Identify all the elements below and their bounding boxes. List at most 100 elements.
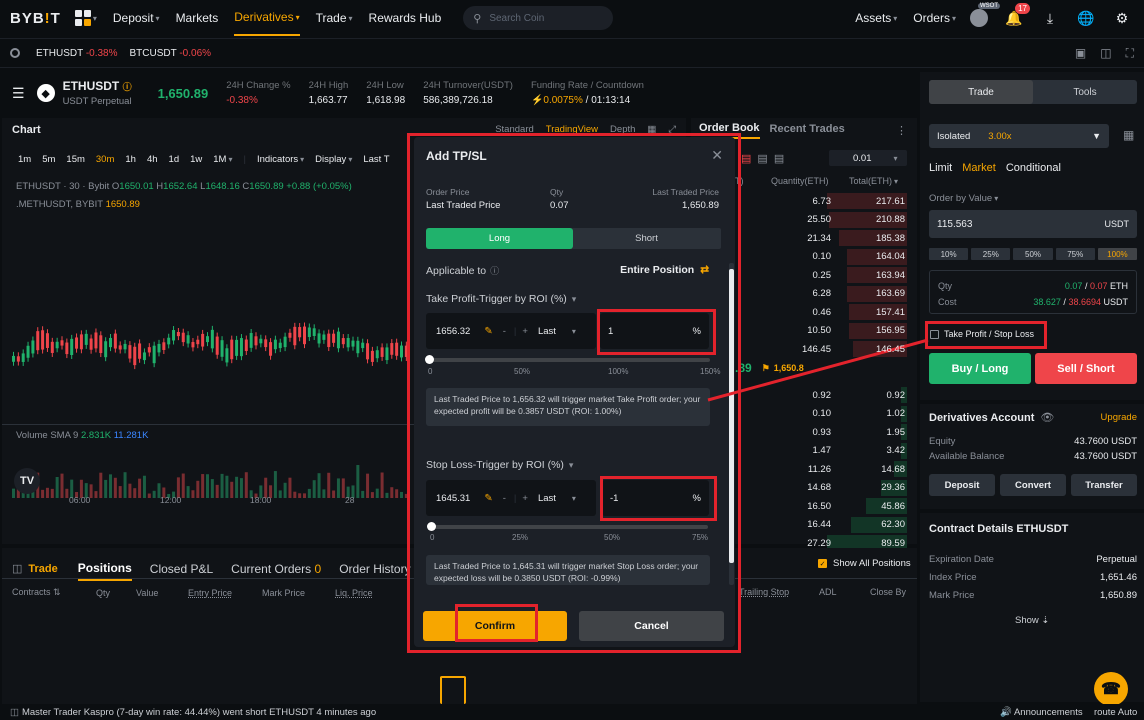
grid-icon[interactable]: ▦: [647, 124, 656, 135]
precision-select[interactable]: 0.01 ▾: [829, 150, 907, 166]
nav-trade[interactable]: Trade ▾: [316, 0, 353, 36]
deposit-button[interactable]: Deposit: [929, 474, 995, 496]
symbol-name[interactable]: ETHUSDT ⓘ: [63, 79, 132, 93]
interval-1m[interactable]: 1m: [18, 154, 31, 165]
avatar[interactable]: WSOT: [970, 3, 1000, 27]
footer-message[interactable]: Master Trader Kaspro (7-day win rate: 44…: [22, 707, 376, 718]
tab-closed-pnl[interactable]: Closed P&L: [150, 562, 213, 576]
interval-1h[interactable]: 1h: [125, 154, 136, 165]
order-value-input[interactable]: 115.563 USDT: [929, 210, 1137, 238]
tab-trade[interactable]: Trade: [929, 80, 1033, 104]
last-button[interactable]: Last T: [363, 154, 389, 165]
applicable-to-value[interactable]: Entire Position ⇄: [620, 264, 709, 276]
order-type-market[interactable]: Market: [962, 162, 996, 174]
pct-button[interactable]: 100%: [1097, 248, 1138, 260]
display-button[interactable]: Display ▾: [315, 154, 352, 165]
ticker-item[interactable]: BTCUSDT -0.06%: [130, 48, 212, 59]
buy-long-button[interactable]: Buy / Long: [929, 353, 1031, 384]
support-chat-icon[interactable]: ☎: [1094, 672, 1128, 706]
route-selector[interactable]: route Auto: [1094, 707, 1137, 718]
slider-handle[interactable]: [425, 355, 434, 364]
modal-scrollbar[interactable]: [729, 263, 734, 585]
layout-icon[interactable]: ▣: [1075, 46, 1086, 61]
tp-roi-slider[interactable]: [425, 355, 710, 364]
info-icon[interactable]: ⓘ: [490, 264, 499, 277]
book-view-bids-icon[interactable]: ▤: [757, 152, 767, 165]
interval-30m[interactable]: 30m: [96, 154, 114, 165]
sl-trigger-select[interactable]: Last: [538, 493, 556, 504]
interval-1M[interactable]: 1M ▾: [213, 154, 232, 165]
download-icon[interactable]: ⤓: [1040, 8, 1060, 28]
close-icon[interactable]: ✕: [711, 147, 723, 164]
search-input[interactable]: ⚲ Search Coin: [463, 6, 614, 30]
book-view-asks-icon[interactable]: ▤: [774, 152, 784, 165]
increment-icon[interactable]: +: [522, 493, 528, 504]
increment-icon[interactable]: +: [522, 326, 528, 337]
expand-icon[interactable]: ⤢: [668, 124, 676, 135]
sl-roi-slider[interactable]: [427, 522, 708, 531]
book-icon[interactable]: ◫: [1100, 46, 1111, 61]
ticker-item[interactable]: ETHUSDT -0.38%: [36, 48, 118, 59]
sl-trigger-caret-icon[interactable]: ▾: [572, 494, 576, 503]
tp-section-title[interactable]: Take Profit-Trigger by ROI (%) ▾: [426, 293, 576, 305]
globe-icon[interactable]: 🌐: [1076, 8, 1096, 28]
sl-section-title[interactable]: Stop Loss-Trigger by ROI (%) ▾: [426, 459, 573, 471]
nav-derivatives[interactable]: Derivatives ▾: [234, 0, 300, 36]
edit-icon[interactable]: ✎: [484, 326, 492, 337]
order-by-select[interactable]: Order by Value ▾: [929, 193, 998, 204]
indicators-button[interactable]: Indicators ▾: [257, 154, 304, 165]
tpsl-checkbox[interactable]: Take Profit / Stop Loss: [930, 329, 1034, 339]
eye-icon[interactable]: 👁: [1040, 411, 1054, 424]
pct-button[interactable]: 10%: [929, 248, 969, 260]
sl-roi-input[interactable]: -1%: [602, 480, 709, 516]
notification-bell-icon[interactable]: 🔔 17: [1004, 3, 1030, 28]
nav-rewards-hub[interactable]: Rewards Hub: [369, 0, 442, 36]
announcements-link[interactable]: 🔊 Announcements: [1000, 707, 1083, 718]
convert-button[interactable]: Convert: [1000, 474, 1066, 496]
transfer-button[interactable]: Transfer: [1071, 474, 1137, 496]
upgrade-link[interactable]: Upgrade: [1101, 412, 1137, 423]
calculator-icon[interactable]: ▦: [1123, 128, 1134, 142]
nav-markets[interactable]: Markets: [176, 0, 219, 36]
col-contracts[interactable]: Contracts ⇅: [12, 587, 96, 598]
nav-orders[interactable]: Orders ▾: [913, 0, 956, 36]
book-view-both-icon[interactable]: ▤: [741, 152, 751, 165]
tp-roi-input[interactable]: 1%: [600, 313, 709, 349]
fullscreen-icon[interactable]: ⛶: [1126, 46, 1134, 61]
order-type-conditional[interactable]: Conditional: [1006, 162, 1061, 174]
nav-assets[interactable]: Assets ▾: [855, 0, 897, 36]
interval-5m[interactable]: 5m: [42, 154, 55, 165]
settings-gear-icon[interactable]: ⚙: [1112, 8, 1132, 28]
tab-long[interactable]: Long: [426, 228, 573, 249]
bybit-logo[interactable]: BYB!T: [10, 10, 61, 27]
chart-view-depth[interactable]: Depth: [610, 124, 635, 135]
chart-view-standard[interactable]: Standard: [495, 124, 534, 135]
tp-trigger-caret-icon[interactable]: ▾: [572, 327, 576, 336]
pct-button[interactable]: 50%: [1013, 248, 1053, 260]
decrement-icon[interactable]: -: [503, 326, 506, 337]
pct-button[interactable]: 25%: [971, 248, 1011, 260]
apps-grid-icon[interactable]: [74, 10, 91, 26]
order-type-limit[interactable]: Limit: [929, 162, 952, 174]
tp-trigger-select[interactable]: Last: [538, 326, 556, 337]
interval-1w[interactable]: 1w: [190, 154, 202, 165]
tp-price-input[interactable]: 1656.32 ✎ - | + Last ▾: [426, 313, 596, 349]
more-icon[interactable]: ⋮: [896, 124, 907, 137]
tab-short[interactable]: Short: [573, 228, 720, 249]
pct-button[interactable]: 75%: [1055, 248, 1095, 260]
decrement-icon[interactable]: -: [503, 493, 506, 504]
show-more-button[interactable]: Show ⇣: [1015, 615, 1049, 626]
edit-icon[interactable]: ✎: [484, 493, 492, 504]
confirm-button[interactable]: Confirm: [423, 611, 567, 641]
tab-recent-trades[interactable]: Recent Trades: [770, 123, 845, 138]
nav-deposit[interactable]: Deposit ▾: [113, 0, 160, 36]
chart-view-tradingview[interactable]: TradingView: [546, 124, 598, 135]
interval-15m[interactable]: 15m: [66, 154, 84, 165]
interval-1d[interactable]: 1d: [169, 154, 180, 165]
tab-tools[interactable]: Tools: [1033, 80, 1137, 104]
swap-icon[interactable]: ⇄: [700, 264, 709, 276]
show-all-positions-checkbox[interactable]: ✓ Show All Positions: [818, 558, 911, 569]
sl-price-input[interactable]: 1645.31 ✎ - | + Last ▾: [426, 480, 596, 516]
clock-icon[interactable]: [10, 48, 20, 58]
checkbox-checked-icon[interactable]: ✓: [818, 559, 827, 568]
